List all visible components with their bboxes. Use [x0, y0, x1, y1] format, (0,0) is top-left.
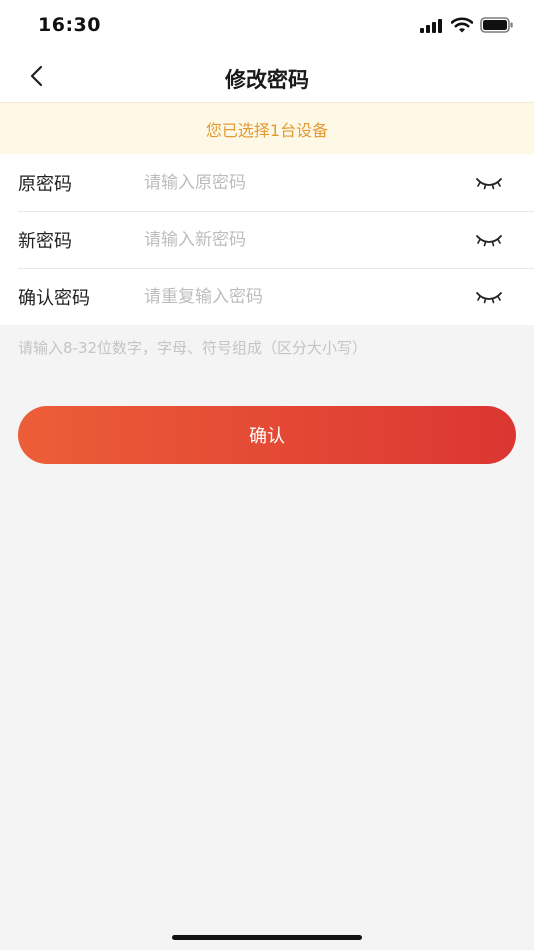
- new-password-input[interactable]: [144, 229, 444, 250]
- new-password-row: 新密码: [0, 211, 534, 268]
- eye-closed-icon[interactable]: [474, 285, 504, 309]
- confirm-password-row: 确认密码: [0, 268, 534, 325]
- old-password-input[interactable]: [144, 172, 444, 193]
- eye-closed-icon[interactable]: [474, 171, 504, 195]
- confirm-password-label: 确认密码: [18, 287, 90, 309]
- wifi-icon: [450, 17, 474, 37]
- status-bar: 16:30: [0, 0, 534, 54]
- home-indicator: [172, 935, 362, 940]
- screen: 16:30 修改密码 您已选择1台设备 原密码 新密码 确认密码 请输入8-32…: [0, 0, 534, 950]
- status-icons: [420, 17, 514, 37]
- page-title: 修改密码: [225, 68, 309, 92]
- status-time: 16:30: [38, 14, 101, 36]
- signal-icon: [420, 18, 444, 37]
- nav-bar: 修改密码: [0, 54, 534, 102]
- selected-devices-notice: 您已选择1台设备: [0, 102, 534, 154]
- new-password-label: 新密码: [18, 230, 72, 252]
- battery-icon: [480, 17, 514, 37]
- confirm-password-input[interactable]: [144, 286, 444, 307]
- eye-closed-icon[interactable]: [474, 228, 504, 252]
- confirm-button[interactable]: 确认: [18, 406, 516, 464]
- password-form: 原密码 新密码 确认密码: [0, 154, 534, 325]
- old-password-label: 原密码: [18, 173, 72, 195]
- old-password-row: 原密码: [0, 154, 534, 211]
- password-rule-hint: 请输入8-32位数字，字母、符号组成（区分大小写）: [18, 339, 368, 357]
